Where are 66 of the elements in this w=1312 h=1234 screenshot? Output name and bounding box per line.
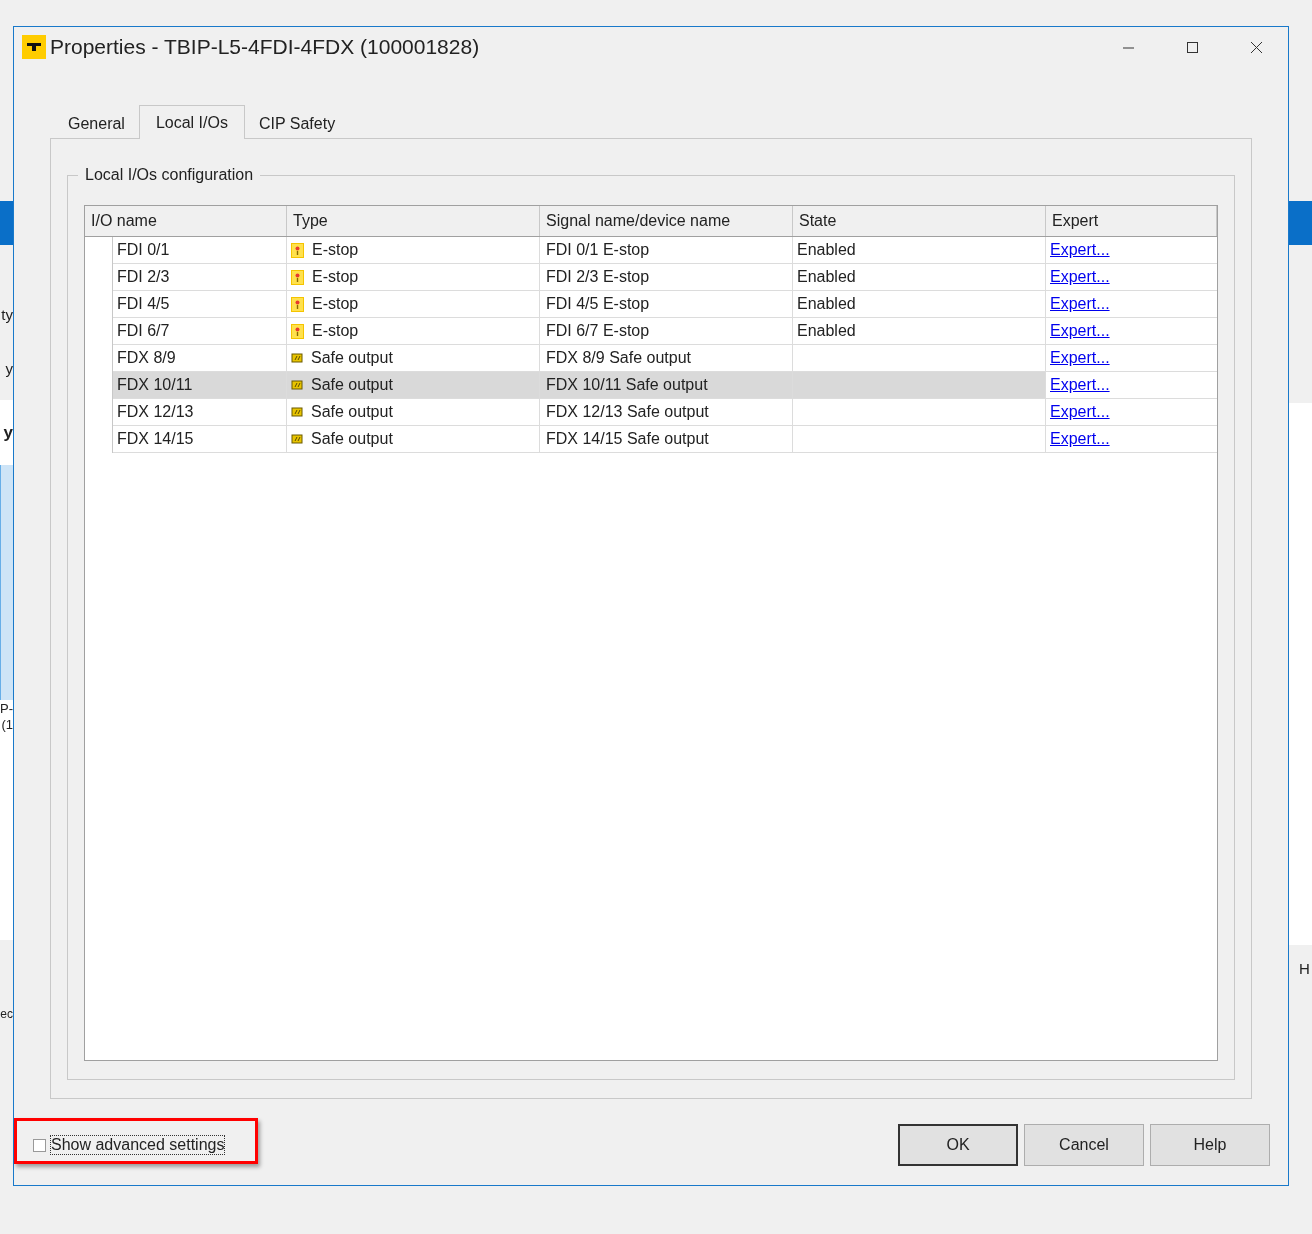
table-cell-text: E-stop bbox=[312, 240, 359, 260]
table-cell: FDI 2/3 bbox=[113, 264, 287, 291]
table-cell: FDX 14/15 Safe output bbox=[540, 426, 793, 453]
column-header[interactable]: Signal name/device name bbox=[540, 206, 793, 236]
column-header[interactable]: Expert bbox=[1046, 206, 1217, 236]
window-title: Properties - TBIP-L5-4FDI-4FDX (100001828) bbox=[50, 34, 480, 61]
background-text: y bbox=[5, 360, 13, 378]
expert-link[interactable]: Expert... bbox=[1050, 319, 1110, 343]
tab[interactable]: Local I/Os bbox=[138, 105, 245, 139]
expert-link[interactable]: Expert... bbox=[1050, 427, 1110, 451]
table-cell: FDX 10/11 Safe output bbox=[540, 372, 793, 399]
table-cell: FDX 12/13 bbox=[113, 399, 287, 426]
expert-link[interactable]: Expert... bbox=[1050, 238, 1110, 262]
table-cell: FDI 4/5 bbox=[113, 291, 287, 318]
output-module-icon bbox=[291, 352, 303, 364]
table-cell: FDI 2/3 E-stop bbox=[540, 264, 793, 291]
table-cell-text: Safe output bbox=[311, 375, 393, 395]
maximize-icon bbox=[1186, 41, 1198, 53]
table-cell-text: Safe output bbox=[311, 348, 393, 368]
warning-light-icon bbox=[291, 323, 304, 339]
logo-icon bbox=[22, 35, 46, 59]
dialog-button[interactable]: Cancel bbox=[1024, 1124, 1144, 1166]
app-toolbar-strip bbox=[1289, 201, 1312, 245]
column-header[interactable]: State bbox=[793, 206, 1046, 236]
table-cell: Enabled bbox=[793, 318, 1046, 345]
table-cell: FDI 4/5 E-stop bbox=[540, 291, 793, 318]
background-text: (1 bbox=[1, 716, 13, 734]
table-cell: FDI 6/7 bbox=[113, 318, 287, 345]
table-cell: FDX 14/15 bbox=[113, 426, 287, 453]
background-text: P- bbox=[0, 700, 13, 718]
app-toolbar-strip bbox=[0, 201, 13, 245]
warning-light-icon bbox=[291, 269, 304, 285]
tab[interactable]: General bbox=[54, 109, 139, 139]
output-module-icon bbox=[291, 379, 303, 391]
output-module-icon bbox=[291, 406, 303, 418]
background-text: H bbox=[1299, 959, 1310, 979]
table-cell-text: E-stop bbox=[312, 321, 359, 341]
table-cell-text: Safe output bbox=[311, 402, 393, 422]
expert-link[interactable]: Expert... bbox=[1050, 346, 1110, 370]
close-icon bbox=[1250, 41, 1262, 53]
output-module-icon bbox=[291, 433, 303, 445]
expert-link[interactable]: Expert... bbox=[1050, 265, 1110, 289]
background-text: ty bbox=[1, 306, 13, 324]
table-cell: FDX 12/13 Safe output bbox=[540, 399, 793, 426]
tab[interactable]: CIP Safety bbox=[244, 109, 350, 139]
background-text: ec bbox=[0, 1006, 13, 1023]
table-cell: FDI 0/1 E-stop bbox=[540, 237, 793, 264]
table-cell-text: E-stop bbox=[312, 294, 359, 314]
table-cell: Enabled bbox=[793, 291, 1046, 318]
dialog-button[interactable]: Help bbox=[1150, 1124, 1270, 1166]
column-header[interactable]: Type bbox=[287, 206, 540, 236]
dialog-button[interactable]: OK bbox=[898, 1124, 1018, 1166]
column-header[interactable]: I/O name bbox=[85, 206, 287, 236]
warning-light-icon bbox=[291, 242, 304, 258]
table-cell: Enabled bbox=[793, 264, 1046, 291]
table-cell: FDI 0/1 bbox=[113, 237, 287, 264]
expert-link[interactable]: Expert... bbox=[1050, 373, 1110, 397]
warning-light-icon bbox=[291, 296, 304, 312]
background-text: y bbox=[3, 424, 13, 442]
table-cell: FDX 10/11 bbox=[113, 372, 287, 399]
table-cell-text: E-stop bbox=[312, 267, 359, 287]
expert-link[interactable]: Expert... bbox=[1050, 400, 1110, 424]
expert-link[interactable]: Expert... bbox=[1050, 292, 1110, 316]
table-cell: FDI 6/7 E-stop bbox=[540, 318, 793, 345]
table-cell: Enabled bbox=[793, 237, 1046, 264]
table-cell-text: Safe output bbox=[311, 429, 393, 449]
